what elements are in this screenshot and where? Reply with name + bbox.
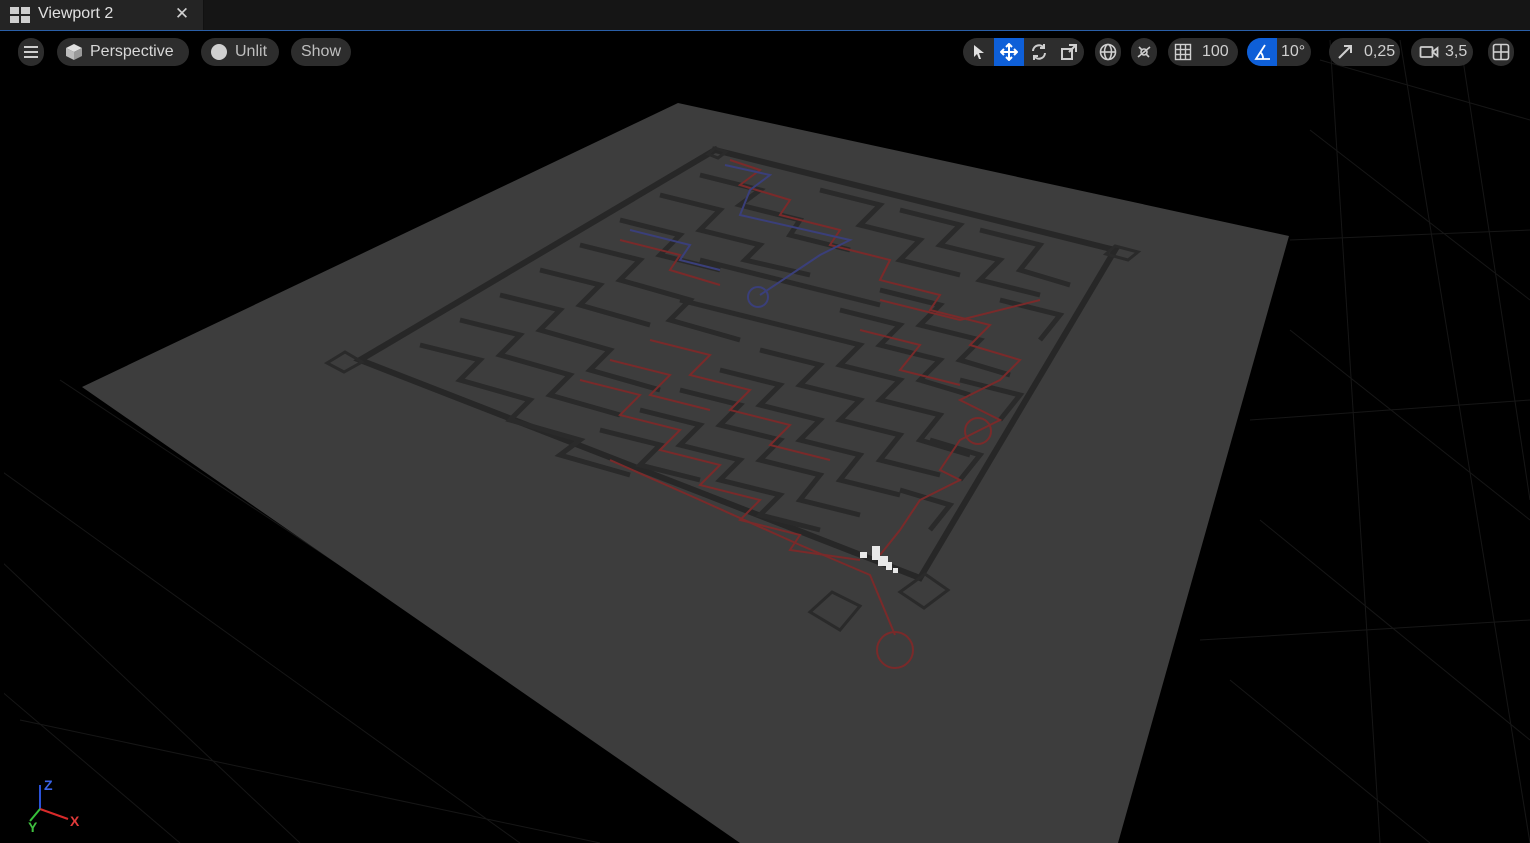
viewport-menu-button[interactable] xyxy=(18,38,44,66)
scene[interactable] xyxy=(4,32,1530,843)
close-icon[interactable]: ✕ xyxy=(172,4,192,24)
scale-snap-value: 0,25 xyxy=(1364,43,1396,60)
grid-snap-button[interactable]: 100 xyxy=(1168,38,1238,66)
scale-tool-button[interactable] xyxy=(1054,38,1084,66)
view-mode-label: Perspective xyxy=(90,43,174,60)
move-tool-button[interactable] xyxy=(994,38,1024,66)
viewport-layout-icon xyxy=(1492,43,1510,61)
camera-speed-value: 3,5 xyxy=(1445,43,1468,60)
viewport-tab-bar: Viewport 2 ✕ xyxy=(0,0,1530,31)
axis-y-label: Y xyxy=(28,819,38,835)
viewport-layout-button[interactable] xyxy=(1488,38,1514,66)
camera-speed-button[interactable]: 3,5 xyxy=(1411,38,1473,66)
select-tool-button[interactable] xyxy=(963,38,994,66)
grid-snap-value: 100 xyxy=(1202,43,1229,60)
scale-snap-button[interactable]: 0,25 xyxy=(1329,38,1400,66)
scale-icon xyxy=(1061,44,1077,60)
grid-icon xyxy=(1174,43,1192,61)
tab-viewport-2[interactable]: Viewport 2 ✕ xyxy=(0,0,204,30)
tab-title: Viewport 2 xyxy=(38,5,114,22)
viewport[interactable]: Z X Y xyxy=(4,32,1530,843)
rotation-snap-toggle[interactable] xyxy=(1247,38,1277,66)
lighting-mode-label: Unlit xyxy=(235,43,268,60)
scale-arrow-icon xyxy=(1338,45,1352,59)
sphere-icon xyxy=(211,44,227,60)
view-mode-button[interactable]: Perspective xyxy=(57,38,189,66)
lighting-mode-button[interactable]: Unlit xyxy=(201,38,279,66)
rotation-snap-button[interactable]: 10° xyxy=(1247,38,1311,66)
camera-icon xyxy=(1419,46,1439,58)
cube-icon xyxy=(66,44,82,60)
show-label: Show xyxy=(300,43,342,60)
transform-tools-group xyxy=(963,38,1084,66)
world-space-button[interactable] xyxy=(1095,38,1121,66)
rotation-snap-value: 10° xyxy=(1281,43,1306,60)
surface-snap-icon xyxy=(1137,46,1151,58)
globe-icon xyxy=(1099,43,1117,61)
axis-x-label: X xyxy=(70,813,80,829)
axis-z-label: Z xyxy=(44,777,53,793)
surface-snap-button[interactable] xyxy=(1131,38,1157,66)
rotate-icon xyxy=(1032,44,1046,60)
hamburger-menu-icon xyxy=(24,46,38,58)
axis-gizmo: Z X Y xyxy=(20,775,90,835)
move-icon xyxy=(1000,43,1018,61)
angle-icon xyxy=(1254,44,1270,60)
floor-plane xyxy=(82,103,1289,843)
select-arrow-icon xyxy=(973,45,984,59)
show-button[interactable]: Show xyxy=(291,38,351,66)
viewport-layout-icon xyxy=(10,7,30,23)
rotate-tool-button[interactable] xyxy=(1024,38,1054,66)
